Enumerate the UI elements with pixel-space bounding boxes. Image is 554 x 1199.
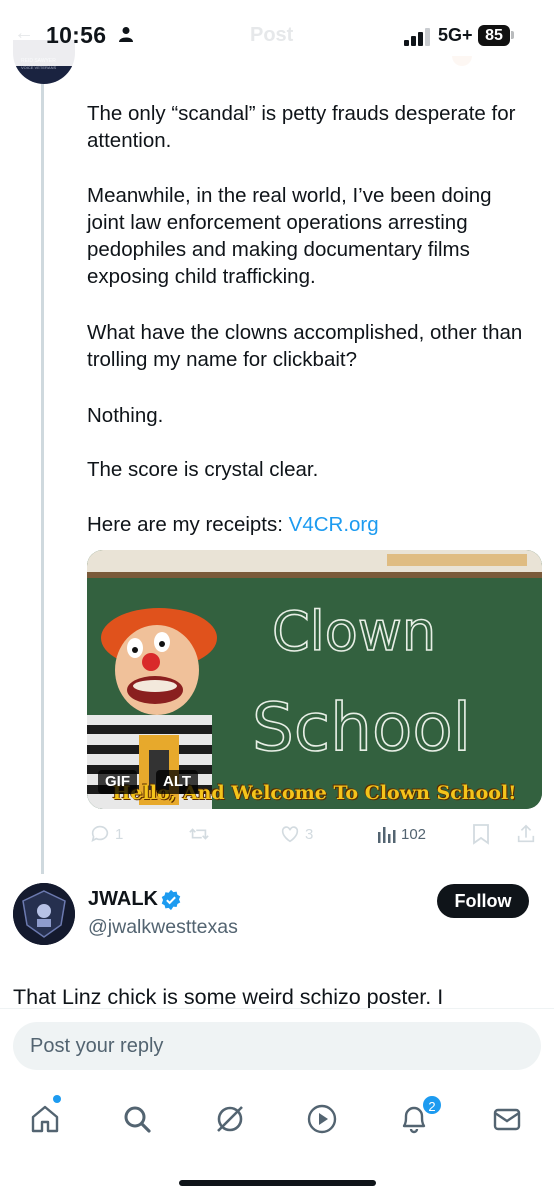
tweet-paragraph-2: Meanwhile, in the real world, I’ve been … bbox=[87, 184, 492, 288]
like-action[interactable]: 3 bbox=[279, 820, 313, 848]
views-action[interactable]: 102 bbox=[377, 820, 426, 848]
board-word-1: Clown bbox=[272, 600, 436, 663]
home-unread-dot bbox=[53, 1095, 61, 1103]
tweet-paragraph-5: The score is crystal clear. bbox=[87, 458, 319, 481]
reply-tweet-text: That Linz chick is some weird schizo pos… bbox=[13, 985, 444, 1009]
board-word-2: School bbox=[252, 689, 471, 766]
tweet-paragraph-3: What have the clowns accomplished, other… bbox=[87, 321, 523, 371]
verified-badge-icon bbox=[161, 889, 181, 911]
views-icon bbox=[378, 827, 396, 843]
reply-input[interactable]: Post your reply bbox=[13, 1022, 541, 1070]
tweet-paragraph-4: Nothing. bbox=[87, 404, 164, 427]
reply-author-avatar[interactable] bbox=[13, 883, 75, 945]
notifications-badge: 2 bbox=[421, 1094, 443, 1116]
reply-author-name[interactable]: JWALK bbox=[88, 888, 158, 911]
network-label: 5G+ bbox=[438, 25, 473, 45]
gif-media[interactable]: Clown School bbox=[87, 550, 542, 809]
nav-messages[interactable] bbox=[484, 1096, 530, 1142]
reply-action[interactable]: 1 bbox=[89, 820, 123, 848]
reply-count: 1 bbox=[115, 825, 124, 843]
retweet-icon bbox=[189, 828, 209, 840]
reply-icon bbox=[91, 825, 109, 842]
home-icon bbox=[31, 1105, 59, 1133]
home-indicator bbox=[179, 1180, 376, 1186]
receipts-link[interactable]: V4CR.org bbox=[289, 513, 379, 536]
bookmark-icon bbox=[473, 824, 489, 845]
shield-logo-icon bbox=[13, 883, 75, 945]
search-icon bbox=[124, 1106, 151, 1133]
signal-icon bbox=[404, 28, 430, 46]
share-icon bbox=[517, 824, 535, 843]
nav-search[interactable] bbox=[114, 1096, 160, 1142]
heart-icon bbox=[281, 826, 299, 843]
nav-video[interactable] bbox=[299, 1096, 345, 1142]
views-count: 102 bbox=[401, 825, 427, 843]
share-action[interactable] bbox=[515, 820, 537, 848]
thread-line bbox=[41, 84, 44, 874]
retweet-action[interactable] bbox=[187, 820, 211, 848]
bottom-nav bbox=[0, 1084, 554, 1154]
video-icon bbox=[307, 1104, 337, 1134]
clown-school-image: Clown School bbox=[87, 550, 542, 809]
receipts-prefix: Here are my receipts: bbox=[87, 513, 289, 536]
nav-grok[interactable] bbox=[207, 1096, 253, 1142]
follow-button[interactable]: Follow bbox=[437, 884, 529, 918]
tweet-receipts: Here are my receipts: V4CR.org bbox=[87, 511, 527, 538]
status-bar: ← 10:56 Post 5G+ 85 bbox=[0, 0, 554, 66]
bookmark-action[interactable] bbox=[471, 820, 491, 848]
tweet-paragraph-1: The only “scandal” is petty frauds despe… bbox=[87, 102, 516, 152]
reply-author-handle[interactable]: @jwalkwesttexas bbox=[88, 916, 238, 939]
gif-badge: GIF bbox=[98, 770, 137, 794]
page-title: Post bbox=[250, 24, 294, 46]
status-time: 10:56 bbox=[46, 22, 107, 48]
alt-badge[interactable]: ALT bbox=[156, 770, 199, 794]
grok-icon bbox=[217, 1106, 243, 1132]
battery-tip bbox=[511, 31, 514, 39]
battery-icon: 85 bbox=[478, 25, 510, 46]
tweet-actions: 1 3 102 bbox=[87, 820, 542, 848]
person-icon bbox=[119, 27, 133, 42]
back-arrow-icon[interactable]: ← bbox=[14, 22, 34, 44]
nav-home[interactable] bbox=[22, 1096, 68, 1142]
messages-icon bbox=[493, 1108, 521, 1131]
like-count: 3 bbox=[305, 825, 314, 843]
